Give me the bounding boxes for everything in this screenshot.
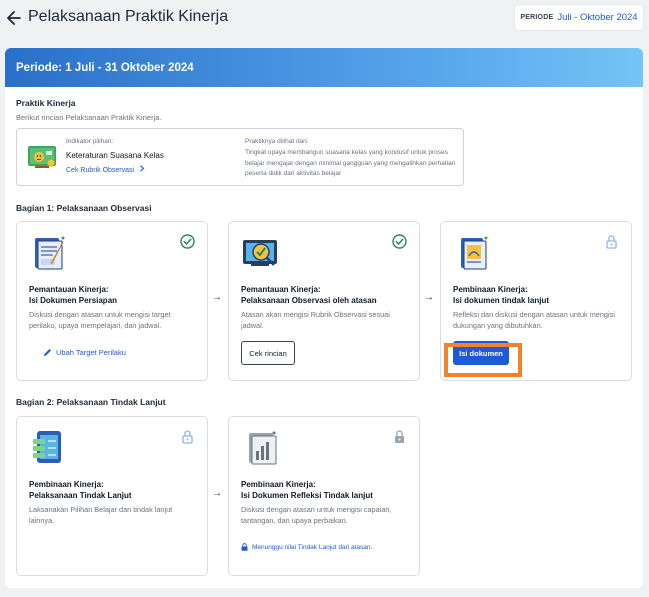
top-bar: Pelaksanaan Praktik Kinerja PERIODE Juli… — [0, 0, 649, 40]
part2-title: Bagian 2: Pelaksanaan Tindak Lanjut — [16, 397, 166, 407]
report-chart-illustration-icon — [249, 431, 277, 465]
lock-open-icon — [606, 235, 617, 249]
back-arrow-icon[interactable] — [6, 9, 22, 27]
rubric-link-label: Cek Rubrik Observasi — [66, 167, 135, 174]
arrow-right-icon: → — [424, 292, 434, 303]
practice-subtitle: Berikut rincian Pelaksanaan Praktik Kine… — [16, 113, 162, 122]
check-circle-icon — [180, 234, 195, 249]
part1-title: Bagian 1: Pelaksanaan Observasi — [16, 203, 152, 213]
card-title-line2: Pelaksanaan Observasi oleh atasan — [241, 296, 377, 305]
monitor-observation-illustration-icon — [243, 240, 277, 266]
pencil-icon — [44, 349, 51, 356]
card-description: Atasan akan mengisi Rubrik Observasi ses… — [241, 310, 390, 330]
arrow-right-icon: → — [212, 488, 222, 499]
seen-from-text: Tingkat upaya membangun suasana kelas ya… — [245, 149, 456, 177]
period-label: PERIODE — [520, 14, 554, 21]
card-title-line2: Isi Dokumen Persiapan — [29, 296, 118, 305]
card-title-line2: Isi dokumen tindak lanjut — [453, 296, 550, 305]
period-value: Juli - Oktober 2024 — [557, 12, 638, 23]
lock-small-icon — [241, 543, 248, 551]
waiting-text: Menunggu nilai Tindak Lanjut dari atasan… — [252, 543, 373, 551]
lock-icon — [182, 430, 193, 444]
indicator-box: Indikator pilihan: Keteraturan Suasana K… — [16, 128, 464, 186]
practice-title: Praktik Kinerja — [16, 98, 76, 108]
seen-from-caption: Praktiknya dilihat dari: — [245, 138, 309, 145]
waiting-status: Menunggu nilai Tindak Lanjut dari atasan… — [241, 543, 372, 551]
step-card-reflection-document: Pembinaan Kinerja: Isi Dokumen Refleksi … — [228, 416, 420, 576]
card-description: Diskusi dengan atasan untuk mengisi targ… — [29, 310, 171, 330]
card-title-line1: Pembinaan Kinerja: — [453, 285, 528, 294]
edit-target-behavior-label: Ubah Target Perilaku — [56, 348, 126, 357]
arrow-right-icon: → — [212, 292, 222, 303]
check-circle-icon — [392, 234, 407, 249]
check-details-button[interactable]: Cek rincian — [241, 341, 295, 365]
main-card: Periode: 1 Juli - 31 Oktober 2024 Prakti… — [5, 48, 643, 588]
card-description: Refleksi dan diskusi dengan atasan untuk… — [453, 310, 615, 330]
document-reflection-illustration-icon — [461, 236, 488, 270]
period-banner: Periode: 1 Juli - 31 Oktober 2024 — [5, 48, 643, 87]
card-title-line1: Pemantauan Kinerja: — [29, 285, 109, 294]
step-card-observation: Pemantauan Kinerja: Pelaksanaan Observas… — [228, 221, 420, 381]
checklist-tablet-illustration-icon — [33, 431, 61, 463]
step-card-prep-document: Pemantauan Kinerja: Isi Dokumen Persiapa… — [16, 221, 208, 381]
document-edit-illustration-icon — [35, 236, 65, 270]
card-title-line1: Pemantauan Kinerja: — [241, 285, 321, 294]
chevron-right-icon — [140, 165, 145, 172]
step-card-follow-up-execution: Pembinaan Kinerja: Pelaksanaan Tindak La… — [16, 416, 208, 576]
page-title: Pelaksanaan Praktik Kinerja — [28, 8, 229, 25]
period-chip: PERIODE Juli - Oktober 2024 — [515, 5, 643, 30]
highlight-annotation-box — [444, 343, 522, 377]
card-title-line1: Pembinaan Kinerja: — [241, 480, 316, 489]
classroom-icon — [28, 146, 56, 168]
card-description: Diskusi dengan atasan untuk mengisi capa… — [241, 505, 392, 525]
rubric-link[interactable]: Cek Rubrik Observasi — [66, 165, 145, 174]
card-title-line1: Pembinaan Kinerja: — [29, 480, 104, 489]
indicator-name: Keteraturan Suasana Kelas — [66, 151, 164, 160]
lock-icon — [395, 430, 404, 443]
card-description: Laksanakan Pilihan Belajar dan tindak la… — [29, 505, 173, 525]
card-title-line2: Isi Dokumen Refleksi Tindak lanjut — [241, 491, 373, 500]
indicator-caption: Indikator pilihan: — [66, 138, 114, 145]
edit-target-behavior-link[interactable]: Ubah Target Perilaku — [43, 348, 126, 357]
card-title-line2: Pelaksanaan Tindak Lanjut — [29, 491, 132, 500]
